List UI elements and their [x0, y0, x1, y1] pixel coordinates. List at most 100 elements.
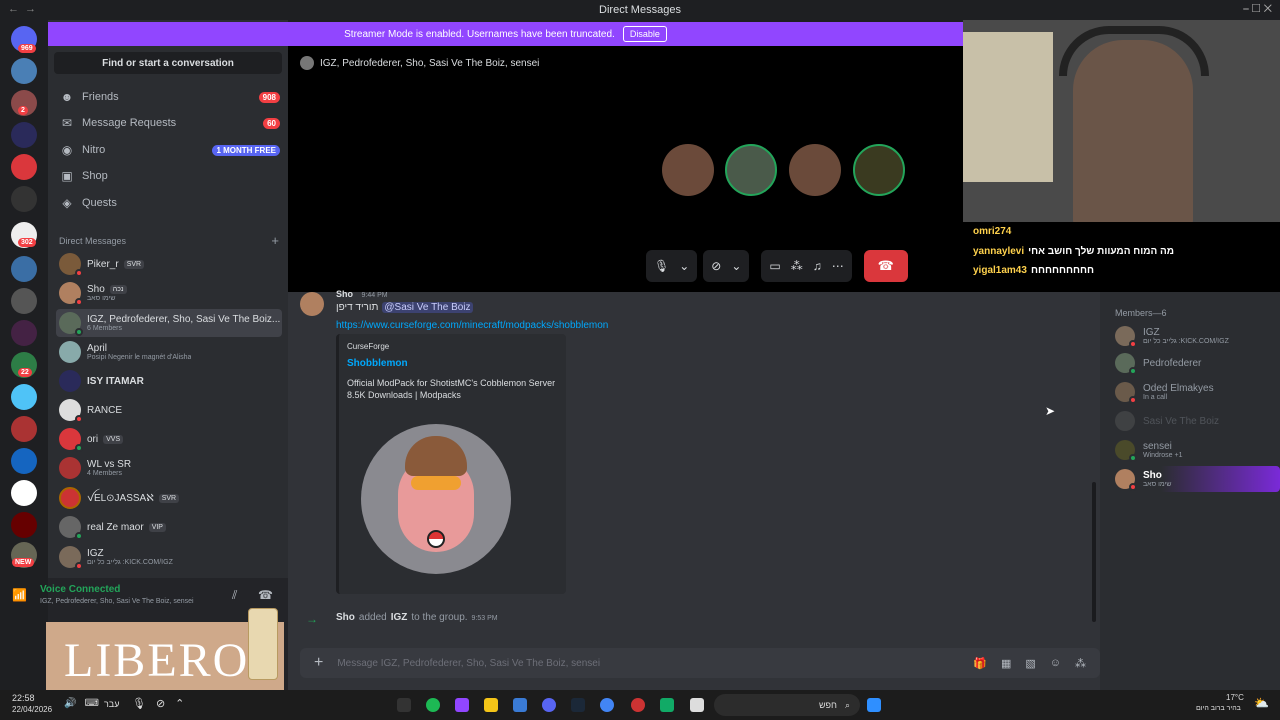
system-actor[interactable]: Sho	[336, 612, 355, 623]
gift-icon[interactable]: 🎁	[973, 657, 987, 670]
tray-icons-2[interactable]: 🎙⊘⌃	[132, 697, 194, 710]
window-controls[interactable]: ⎯ ☐ ✕	[1243, 3, 1272, 16]
search-input[interactable]: Find or start a conversation	[54, 52, 282, 74]
participant-avatar[interactable]	[662, 144, 714, 196]
member-item[interactable]: Sasi Ve The Boiz	[1110, 408, 1280, 434]
add-attachment-icon[interactable]: +	[314, 654, 323, 672]
dm-item[interactable]: ori VVS	[56, 425, 282, 453]
clock-time[interactable]: 22:58	[12, 693, 35, 703]
clock-date[interactable]: 22/04/2026	[12, 705, 52, 714]
chrome-icon[interactable]	[600, 698, 614, 712]
server-icon[interactable]	[11, 186, 37, 212]
tray-icons[interactable]: 🔊⌨	[64, 698, 107, 709]
app-icon[interactable]	[660, 698, 674, 712]
chevron-down-icon: ⌄	[679, 259, 690, 273]
noise-suppression-icon[interactable]: ⫽	[232, 588, 237, 603]
server-icon[interactable]	[11, 122, 37, 148]
input-language[interactable]: עבר	[104, 699, 119, 709]
call-title: IGZ, Pedrofederer, Sho, Sasi Ve The Boiz…	[320, 57, 540, 69]
server-icon[interactable]	[11, 320, 37, 346]
voice-status[interactable]: Voice Connected	[40, 584, 120, 595]
system-target[interactable]: IGZ	[391, 612, 408, 623]
dm-item[interactable]: ISY ITAMAR	[56, 367, 282, 395]
gif-icon[interactable]: ▦	[1001, 657, 1011, 670]
app-icon[interactable]	[484, 698, 498, 712]
dm-item[interactable]: IGZ גלייב כל יום :KICK.COM/IGZ	[56, 543, 282, 571]
hang-up-button[interactable]: ☎	[863, 250, 908, 282]
server-icon[interactable]	[11, 288, 37, 314]
participant-avatar[interactable]	[725, 144, 777, 196]
app-icon[interactable]	[631, 698, 645, 712]
server-icon[interactable]	[11, 512, 37, 538]
sticker-icon[interactable]: ▧	[1025, 657, 1035, 670]
dm-item[interactable]: ꪜEL⊙JASSAℵ SVR	[56, 484, 282, 512]
participant-avatar[interactable]	[789, 144, 841, 196]
dm-item[interactable]: RANCE	[56, 396, 282, 424]
member-item-sho[interactable]: Sho שימו סאב	[1110, 466, 1280, 492]
screen-share-button[interactable]: ▭ ⁂ ♫ ⋯	[761, 250, 852, 282]
discord-icon[interactable]	[542, 698, 556, 712]
avatar	[59, 487, 81, 509]
server-icon[interactable]	[11, 480, 37, 506]
server-icon[interactable]	[11, 256, 37, 282]
call-controls: 🎙 ⌄ ⊘ ⌄ ▭ ⁂ ♫ ⋯ ☎	[646, 250, 908, 282]
message-link[interactable]: https://www.curseforge.com/minecraft/mod…	[336, 320, 608, 331]
nav-arrows-icon[interactable]: ←→	[8, 3, 42, 15]
steam-icon[interactable]	[571, 698, 585, 712]
member-name: Sasi Ve The Boiz	[1143, 415, 1219, 427]
camera-button[interactable]: ⊘ ⌄	[703, 250, 750, 282]
dm-item[interactable]: April Posipi Negenir le magnét d'Alisha	[56, 338, 282, 366]
apps-icon[interactable]: ⁂	[1075, 657, 1086, 670]
mic-button[interactable]: 🎙 ⌄	[646, 250, 698, 282]
dm-item[interactable]: real Ze maor VIP	[56, 513, 282, 541]
dm-sub: גלייב כל יום :KICK.COM/IGZ	[87, 559, 173, 566]
app-icon[interactable]	[397, 698, 411, 712]
message-input[interactable]: Message IGZ, Pedrofederer, Sho, Sasi Ve …	[337, 658, 600, 669]
participant-avatar[interactable]	[853, 144, 905, 196]
spotify-icon[interactable]	[426, 698, 440, 712]
dm-sub: 6 Members	[87, 325, 123, 332]
author-avatar[interactable]	[300, 292, 324, 316]
libero-brand: LIBERO	[64, 633, 250, 687]
nav-shop[interactable]: ▣ Shop	[60, 164, 280, 188]
mention[interactable]: @Sasi Ve The Boiz	[382, 302, 473, 313]
server-icon[interactable]	[11, 416, 37, 442]
embed-image[interactable]	[353, 412, 515, 580]
nav-message-requests[interactable]: ✉ Message Requests 60	[60, 111, 280, 135]
nav-quests[interactable]: ◈ Quests	[60, 191, 280, 215]
disable-button[interactable]: Disable	[622, 26, 667, 42]
server-icon[interactable]	[11, 154, 37, 180]
avatar	[59, 253, 83, 277]
member-item[interactable]: sensei Windrose +1	[1110, 437, 1280, 463]
server-icon[interactable]	[11, 384, 37, 410]
member-item[interactable]: Pedrofederer	[1110, 350, 1280, 376]
member-item[interactable]: Oded Elmakyes In a call	[1110, 379, 1280, 405]
taskbar-search[interactable]: חפש ⌕	[714, 694, 860, 716]
explorer-icon[interactable]	[690, 698, 704, 712]
weather-temp[interactable]: 17°C	[1226, 693, 1244, 702]
twitch-icon[interactable]	[455, 698, 469, 712]
author-name[interactable]: Sho	[336, 289, 353, 299]
taskbar: 22:58 22/04/2026 🔊⌨ עבר 🎙⊘⌃ חפש ⌕ 17°C ב…	[0, 690, 1280, 720]
dm-item-selected[interactable]: IGZ, Pedrofederer, Sho, Sasi Ve The Boiz…	[56, 309, 282, 337]
nav-friends[interactable]: ☻ Friends 908	[60, 85, 280, 109]
member-name: Sho	[1143, 470, 1162, 481]
app-icon[interactable]	[513, 698, 527, 712]
dm-item[interactable]: Piker_r SVR	[56, 250, 282, 278]
dm-item[interactable]: WL vs SR 4 Members	[56, 454, 282, 482]
disconnect-icon[interactable]: ☎	[258, 588, 273, 602]
emoji-icon[interactable]: ☺	[1050, 657, 1061, 670]
server-icon[interactable]	[11, 448, 37, 474]
embed-title[interactable]: Shobblemon	[347, 358, 408, 369]
member-item[interactable]: IGZ גלייב כל יום :KICK.COM/IGZ	[1110, 323, 1280, 349]
avatar	[59, 341, 81, 363]
add-dm-icon[interactable]: +	[271, 234, 279, 247]
windows-start-icon[interactable]	[867, 698, 881, 712]
member-name: sensei	[1143, 441, 1172, 452]
dm-item[interactable]: Sho נכה שימו סאב	[56, 279, 282, 307]
server-icon[interactable]	[11, 58, 37, 84]
embed-provider: CurseForge	[347, 342, 390, 351]
nav-nitro[interactable]: ◉ Nitro 1 MONTH FREE	[60, 138, 280, 162]
scrollbar[interactable]	[1092, 482, 1096, 622]
weather-icon[interactable]: ⛅	[1254, 696, 1269, 710]
